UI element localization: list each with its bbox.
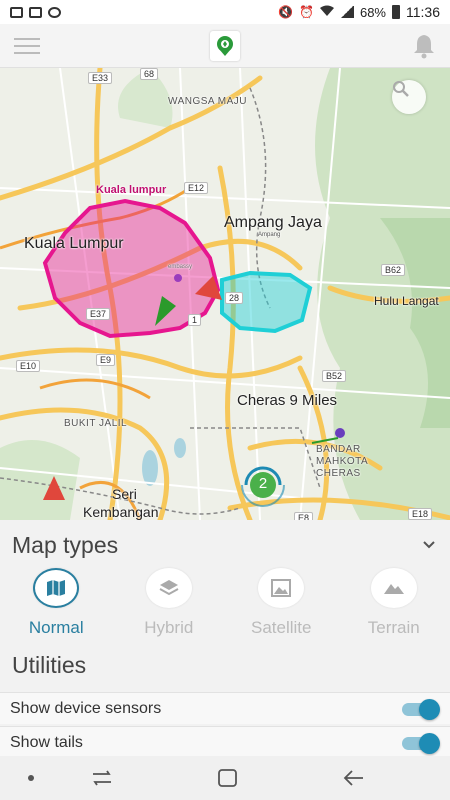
cluster-count: 2 <box>258 475 268 492</box>
status-bar: 🔇 ⏰ 68% 11:36 <box>0 0 450 24</box>
map-type-label: Satellite <box>251 618 312 637</box>
dot-icon[interactable] <box>24 768 48 788</box>
map-type-satellite[interactable]: Satellite <box>225 568 338 642</box>
app-screen: 🔇 ⏰ 68% 11:36 WANGSA MAJU Kuala lumpur K… <box>0 0 450 800</box>
battery-percent: 68% <box>359 4 386 20</box>
map-label-embassy: embassy <box>168 264 193 270</box>
road-tag: E12 <box>184 182 209 194</box>
terrain-icon <box>370 568 417 608</box>
recent-apps-icon[interactable] <box>90 768 114 788</box>
map-label-wangsa-maju: WANGSA MAJU <box>168 96 248 107</box>
system-nav-bar <box>0 756 450 800</box>
map-label-kuala-lumpur-zone: Kuala lumpur <box>96 184 167 196</box>
map-type-normal[interactable]: Normal <box>0 568 113 642</box>
map-type-terrain[interactable]: Terrain <box>338 568 450 642</box>
road-tag: E10 <box>16 360 41 372</box>
road-tag: B62 <box>381 264 406 276</box>
map-label-ampang: Ampang <box>258 232 281 238</box>
map-type-selector: Normal Hybrid Satellite Terrain <box>0 568 450 642</box>
app-bar <box>0 24 450 68</box>
app-logo-icon <box>210 31 240 61</box>
clock-time: 11:36 <box>406 4 440 20</box>
road-tag: B52 <box>322 370 347 382</box>
back-icon[interactable] <box>342 768 366 788</box>
road-tag: 68 <box>140 68 159 80</box>
map-label-bukit-jalil: BUKIT JALIL <box>64 418 128 429</box>
signal-icon <box>339 6 354 18</box>
map-label-bandar-1: BANDAR <box>316 444 361 455</box>
map-label-cheras: Cheras 9 Miles <box>237 392 338 409</box>
whatsapp-icon <box>48 6 61 18</box>
search-icon <box>393 81 409 97</box>
map-types-title: Map types <box>12 532 119 558</box>
map-type-hybrid[interactable]: Hybrid <box>113 568 226 642</box>
map-type-label: Hybrid <box>144 618 194 637</box>
map-label-hulu-langat: Hulu Langat <box>374 294 439 308</box>
device-sensors-switch[interactable] <box>402 699 440 720</box>
menu-icon[interactable] <box>14 38 40 54</box>
chevron-down-icon[interactable] <box>422 538 436 552</box>
show-tails-switch[interactable] <box>402 733 440 754</box>
map-label-bandar-3: CHERAS <box>316 468 361 479</box>
road-tag: E37 <box>86 308 111 320</box>
toggle-label: Show tails <box>10 734 83 751</box>
vehicle-cluster-marker[interactable]: 2 <box>240 462 286 508</box>
map-label-bandar-2: MAHKOTA <box>316 456 369 467</box>
road-tag: E8 <box>294 512 314 520</box>
map-options-panel: Map types Normal Hybrid Satellite Terrai… <box>0 520 450 758</box>
road-tag: 28 <box>225 292 244 304</box>
map-label-ampang-jaya: Ampang Jaya <box>224 214 322 231</box>
home-icon[interactable] <box>216 768 240 788</box>
toggle-row-show-tails[interactable]: Show tails <box>0 726 450 758</box>
mute-icon: 🔇 <box>278 5 294 19</box>
toggle-label: Show device sensors <box>10 700 162 717</box>
road-tag: E18 <box>408 508 433 520</box>
map-label-seri: Seri <box>112 486 137 502</box>
utilities-title: Utilities <box>12 652 87 678</box>
map-label-kembangan: Kembangan <box>83 504 159 520</box>
map-search-button[interactable] <box>392 80 426 114</box>
alarm-icon: ⏰ <box>299 5 314 19</box>
map-type-label: Terrain <box>367 618 420 637</box>
map-view[interactable]: WANGSA MAJU Kuala lumpur Kuala Lumpur Am… <box>0 68 450 520</box>
map-type-label: Normal <box>28 618 84 637</box>
image-icon <box>258 568 305 608</box>
layers-icon <box>145 568 192 608</box>
map-label-kuala-lumpur: Kuala Lumpur <box>24 235 124 252</box>
gallery-icon <box>29 6 42 18</box>
road-tag: E9 <box>96 354 116 366</box>
notification-bell-icon[interactable] <box>412 33 436 59</box>
image-icon <box>10 6 23 18</box>
road-tag: 1 <box>188 314 202 326</box>
toggle-row-device-sensors[interactable]: Show device sensors <box>0 692 450 724</box>
map-icon <box>33 568 80 608</box>
road-tag: E33 <box>88 72 113 84</box>
battery-icon <box>392 5 400 19</box>
wifi-icon <box>319 5 334 20</box>
